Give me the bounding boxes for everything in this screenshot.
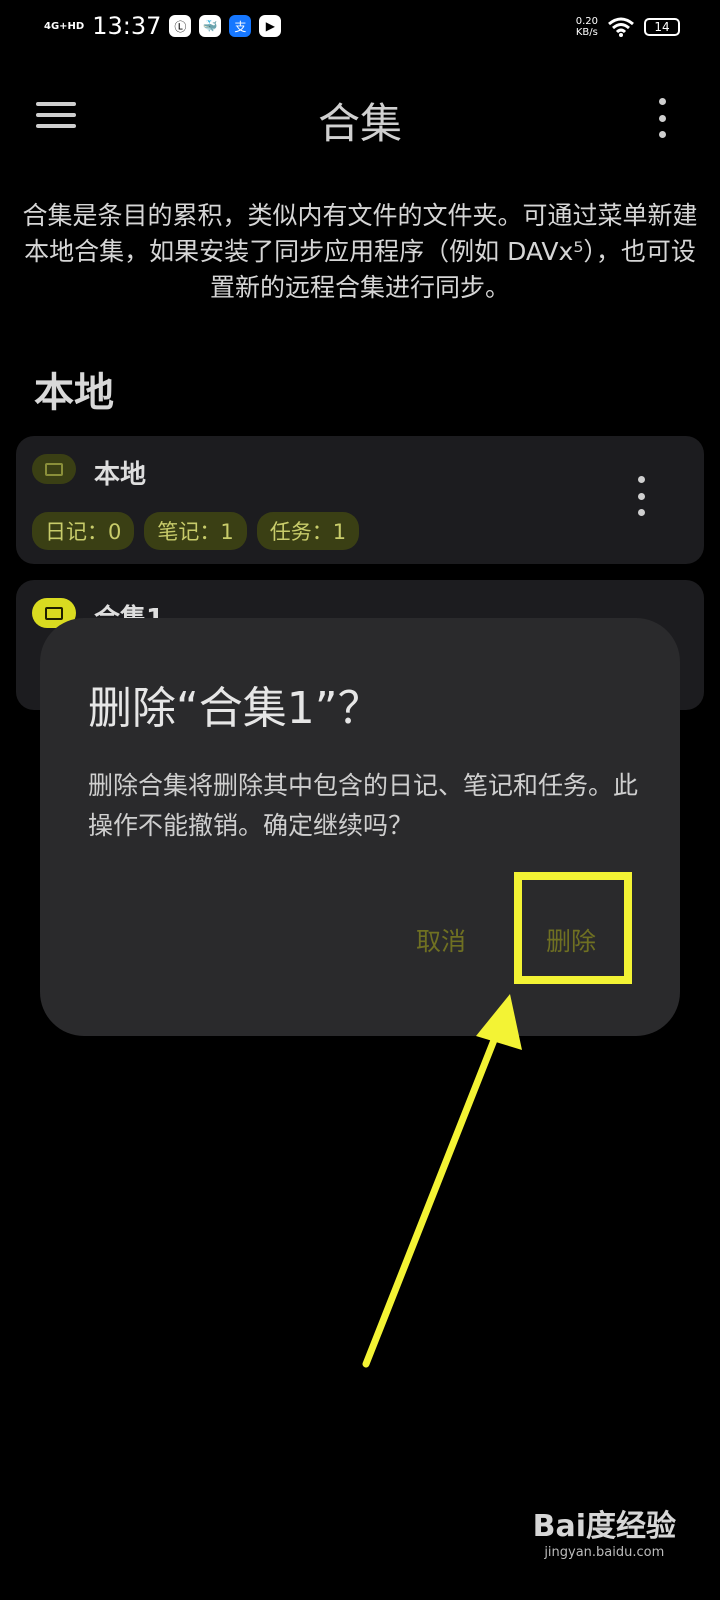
status-right: 0.20 KB/s 14 bbox=[576, 16, 680, 38]
play-icon: ▶ bbox=[259, 15, 282, 37]
collection-counts: 日记：0 笔记：1 任务：1 bbox=[32, 512, 360, 550]
page-title: 合集 bbox=[317, 99, 402, 148]
network-speed: 0.20 KB/s bbox=[576, 16, 598, 38]
section-title-local: 本地 bbox=[34, 370, 114, 416]
speed-value: 0.20 bbox=[575, 16, 598, 27]
alipay-icon: 支 bbox=[229, 15, 252, 37]
cancel-button[interactable]: 取消 bbox=[416, 922, 466, 958]
more-options-icon[interactable] bbox=[652, 98, 672, 138]
note-count-chip: 笔记：1 bbox=[144, 512, 247, 550]
dialog-title: 删除“合集1”？ bbox=[88, 683, 382, 734]
journal-count-chip: 日记：0 bbox=[32, 512, 135, 550]
status-left: 4G+HD 13:37 Ⓛ 🐳 支 ▶ bbox=[44, 12, 282, 40]
watermark-brand: Bai度经验 bbox=[532, 1509, 676, 1544]
folder-icon bbox=[32, 454, 76, 484]
watermark: Bai度经验 jingyan.baidu.com bbox=[533, 1501, 676, 1560]
speed-unit: KB/s bbox=[575, 27, 598, 38]
app-notification-icon-1: Ⓛ bbox=[169, 15, 192, 37]
collection-more-icon[interactable] bbox=[636, 476, 646, 516]
battery-icon: 14 bbox=[644, 18, 680, 36]
wifi-icon bbox=[608, 17, 634, 37]
clock: 13:37 bbox=[92, 12, 162, 40]
task-count-chip: 任务：1 bbox=[256, 512, 360, 550]
collection-name: 本地 bbox=[94, 460, 147, 490]
app-notification-icon-2: 🐳 bbox=[199, 15, 222, 37]
network-indicator: 4G+HD bbox=[44, 20, 85, 32]
intro-text: 合集是条目的累积，类似内有文件的文件夹。可通过菜单新建本地合集，如果安装了同步应… bbox=[22, 201, 698, 302]
collection-card-local[interactable]: 本地 日记：0 笔记：1 任务：1 bbox=[16, 436, 704, 564]
status-bar: 4G+HD 13:37 Ⓛ 🐳 支 ▶ 0.20 KB/s 14 bbox=[0, 0, 720, 56]
watermark-url: jingyan.baidu.com bbox=[544, 1545, 665, 1560]
highlight-box bbox=[514, 872, 632, 984]
app-bar: 合集 bbox=[0, 80, 720, 156]
dialog-message: 删除合集将删除其中包含的日记、笔记和任务。此操作不能撤销。确定继续吗？ bbox=[88, 771, 639, 840]
